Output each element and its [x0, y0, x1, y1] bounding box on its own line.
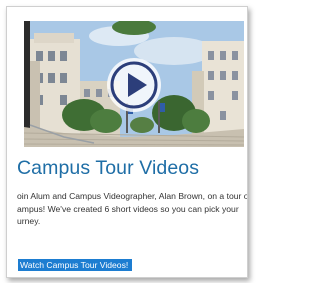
campus-tour-card: Campus Tour Videos oin Alum and Campus V…: [6, 6, 248, 278]
description-line: urney.: [17, 216, 41, 226]
card-title: Campus Tour Videos: [17, 157, 200, 179]
play-icon: [110, 61, 158, 109]
watch-videos-link[interactable]: Watch Campus Tour Videos!: [18, 259, 133, 271]
play-button[interactable]: [107, 58, 161, 112]
video-thumbnail[interactable]: [24, 21, 244, 147]
description-line: oin Alum and Campus Videographer, Alan B…: [17, 191, 248, 201]
description-line: ampus! We've created 6 short videos so y…: [17, 203, 239, 214]
card-description: oin Alum and Campus Videographer, Alan B…: [17, 190, 248, 228]
